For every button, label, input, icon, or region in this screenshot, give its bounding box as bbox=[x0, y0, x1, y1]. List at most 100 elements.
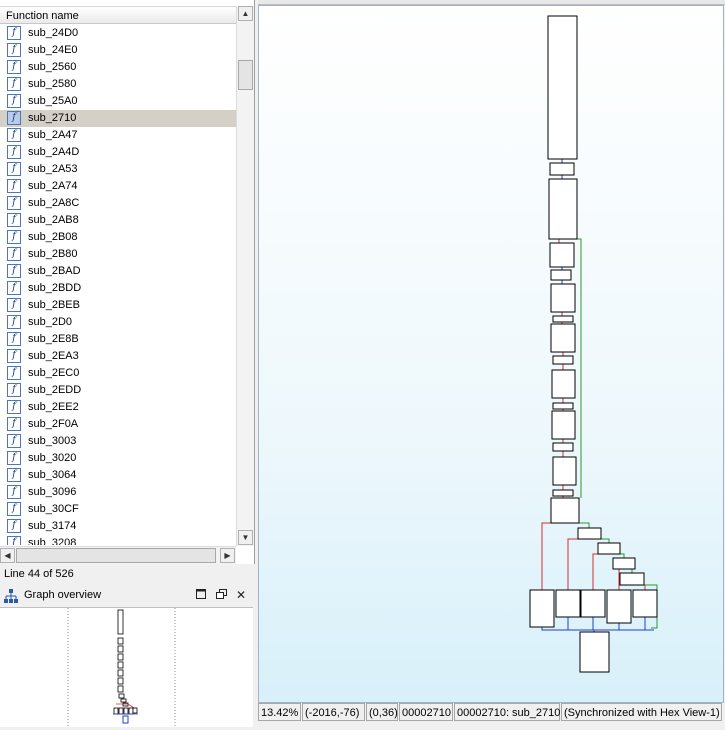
function-list-item[interactable]: f sub_3208 bbox=[0, 535, 236, 545]
function-list-item[interactable]: f sub_2B80 bbox=[0, 246, 236, 263]
function-list-item[interactable]: f sub_2EC0 bbox=[0, 365, 236, 382]
basic-block-node[interactable] bbox=[632, 589, 658, 618]
function-icon: f bbox=[7, 264, 21, 278]
function-name: sub_2710 bbox=[28, 112, 77, 124]
basic-block-node[interactable] bbox=[549, 162, 575, 176]
function-list-item[interactable]: f sub_2A74 bbox=[0, 178, 236, 195]
function-list-item[interactable]: f sub_2A53 bbox=[0, 161, 236, 178]
basic-block-node[interactable] bbox=[550, 323, 576, 353]
basic-block-node[interactable] bbox=[551, 410, 576, 440]
function-name: sub_3020 bbox=[28, 452, 77, 464]
function-list-item[interactable]: f sub_2EA3 bbox=[0, 348, 236, 365]
basic-block-node[interactable] bbox=[577, 527, 602, 540]
function-list-item[interactable]: f sub_2710 bbox=[0, 110, 236, 127]
function-list-item[interactable]: f sub_24E0 bbox=[0, 42, 236, 59]
function-list-item[interactable]: f sub_2A4D bbox=[0, 144, 236, 161]
basic-block-node[interactable] bbox=[550, 283, 576, 313]
function-name-column-header[interactable]: Function name bbox=[0, 6, 236, 24]
function-icon: f bbox=[7, 145, 21, 159]
function-icon: f bbox=[7, 502, 21, 516]
function-list-item[interactable]: f sub_2EE2 bbox=[0, 399, 236, 416]
function-icon: f bbox=[7, 332, 21, 346]
function-list-item[interactable]: f sub_2BEB bbox=[0, 297, 236, 314]
function-list-item[interactable]: f sub_2F0A bbox=[0, 416, 236, 433]
function-list-item[interactable]: f sub_3174 bbox=[0, 518, 236, 535]
horizontal-scroll-thumb[interactable] bbox=[16, 548, 216, 563]
disassembly-graph-view[interactable] bbox=[258, 5, 724, 703]
function-name: sub_30CF bbox=[28, 503, 79, 515]
basic-block-node[interactable] bbox=[547, 15, 578, 160]
function-icon: f bbox=[7, 519, 21, 533]
basic-block-node[interactable] bbox=[550, 269, 572, 281]
function-icon: f bbox=[7, 60, 21, 74]
function-list-item[interactable]: f sub_2BAD bbox=[0, 263, 236, 280]
function-list-item[interactable]: f sub_2E8B bbox=[0, 331, 236, 348]
function-list-item[interactable]: f sub_2A8C bbox=[0, 195, 236, 212]
basic-block-node[interactable] bbox=[597, 542, 621, 555]
function-name: sub_2A8C bbox=[28, 197, 80, 209]
maximize-icon[interactable] bbox=[194, 588, 208, 602]
function-name: sub_2560 bbox=[28, 61, 77, 73]
function-list-item[interactable]: f sub_2EDD bbox=[0, 382, 236, 399]
scroll-down-button[interactable]: ▼ bbox=[238, 530, 253, 545]
scroll-up-button[interactable]: ▲ bbox=[238, 6, 253, 21]
basic-block-node[interactable] bbox=[612, 557, 636, 570]
function-list-item[interactable]: f sub_2BDD bbox=[0, 280, 236, 297]
basic-block-node[interactable] bbox=[550, 497, 580, 524]
flow-edge bbox=[614, 553, 625, 558]
function-name: sub_2A74 bbox=[28, 180, 78, 192]
basic-block-node[interactable] bbox=[552, 315, 574, 323]
restore-icon[interactable] bbox=[214, 588, 228, 602]
function-icon: f bbox=[7, 417, 21, 431]
function-name: sub_2F0A bbox=[28, 418, 79, 430]
graph-tree-icon bbox=[4, 589, 18, 603]
function-list-item[interactable]: f sub_2AB8 bbox=[0, 212, 236, 229]
function-list-item[interactable]: f sub_2580 bbox=[0, 76, 236, 93]
basic-block-node[interactable] bbox=[529, 589, 555, 628]
basic-block-node[interactable] bbox=[552, 355, 574, 365]
vertical-scrollbar[interactable]: ▲ ▼ bbox=[236, 6, 254, 546]
function-list-item[interactable]: f sub_3003 bbox=[0, 433, 236, 450]
function-list-item[interactable]: f sub_2560 bbox=[0, 59, 236, 76]
basic-block-node[interactable] bbox=[552, 456, 577, 486]
function-list-item[interactable]: f sub_2A47 bbox=[0, 127, 236, 144]
graph-overview-canvas[interactable] bbox=[0, 607, 253, 727]
close-icon[interactable]: ✕ bbox=[234, 588, 248, 602]
function-list-item[interactable]: f sub_24D0 bbox=[0, 25, 236, 42]
basic-block-node[interactable] bbox=[548, 178, 578, 240]
basic-block-node[interactable] bbox=[606, 589, 632, 624]
function-list-item[interactable]: f sub_25A0 bbox=[0, 93, 236, 110]
function-icon: f bbox=[7, 247, 21, 261]
function-icon: f bbox=[7, 77, 21, 91]
scroll-right-button[interactable]: ▶ bbox=[220, 548, 235, 563]
basic-block-node[interactable] bbox=[555, 589, 581, 618]
function-icon: f bbox=[7, 94, 21, 108]
horizontal-scrollbar[interactable]: ◀ ▶ bbox=[0, 546, 236, 564]
function-list-item[interactable]: f sub_3020 bbox=[0, 450, 236, 467]
scroll-left-button[interactable]: ◀ bbox=[0, 548, 15, 563]
function-list-item[interactable]: f sub_2D0 bbox=[0, 314, 236, 331]
basic-block-node[interactable] bbox=[619, 572, 645, 586]
flow-edge bbox=[592, 553, 604, 590]
basic-block-node[interactable] bbox=[552, 402, 574, 410]
function-list-item[interactable]: f sub_2B08 bbox=[0, 229, 236, 246]
control-flow-graph[interactable] bbox=[259, 6, 723, 702]
function-name: sub_2EE2 bbox=[28, 401, 79, 413]
function-icon: f bbox=[7, 485, 21, 499]
basic-block-node[interactable] bbox=[551, 369, 576, 399]
function-list-item[interactable]: f sub_30CF bbox=[0, 501, 236, 518]
basic-block-node[interactable] bbox=[552, 442, 574, 452]
basic-block-node[interactable] bbox=[579, 631, 610, 673]
function-list[interactable]: f sub_24D0 f sub_24E0 f sub_2560 f sub_2580 f sub… bbox=[0, 25, 236, 545]
function-list-item[interactable]: f sub_3064 bbox=[0, 467, 236, 484]
basic-block-node[interactable] bbox=[580, 589, 606, 618]
basic-block-node[interactable] bbox=[552, 489, 574, 497]
function-list-item[interactable]: f sub_3096 bbox=[0, 484, 236, 501]
basic-block-node[interactable] bbox=[549, 242, 575, 268]
function-name: sub_3096 bbox=[28, 486, 77, 498]
graph-overview-title: Graph overview bbox=[24, 589, 102, 601]
vertical-scroll-thumb[interactable] bbox=[238, 60, 253, 90]
function-name: sub_24E0 bbox=[28, 44, 78, 56]
function-name: sub_2E8B bbox=[28, 333, 79, 345]
function-icon: f bbox=[7, 349, 21, 363]
